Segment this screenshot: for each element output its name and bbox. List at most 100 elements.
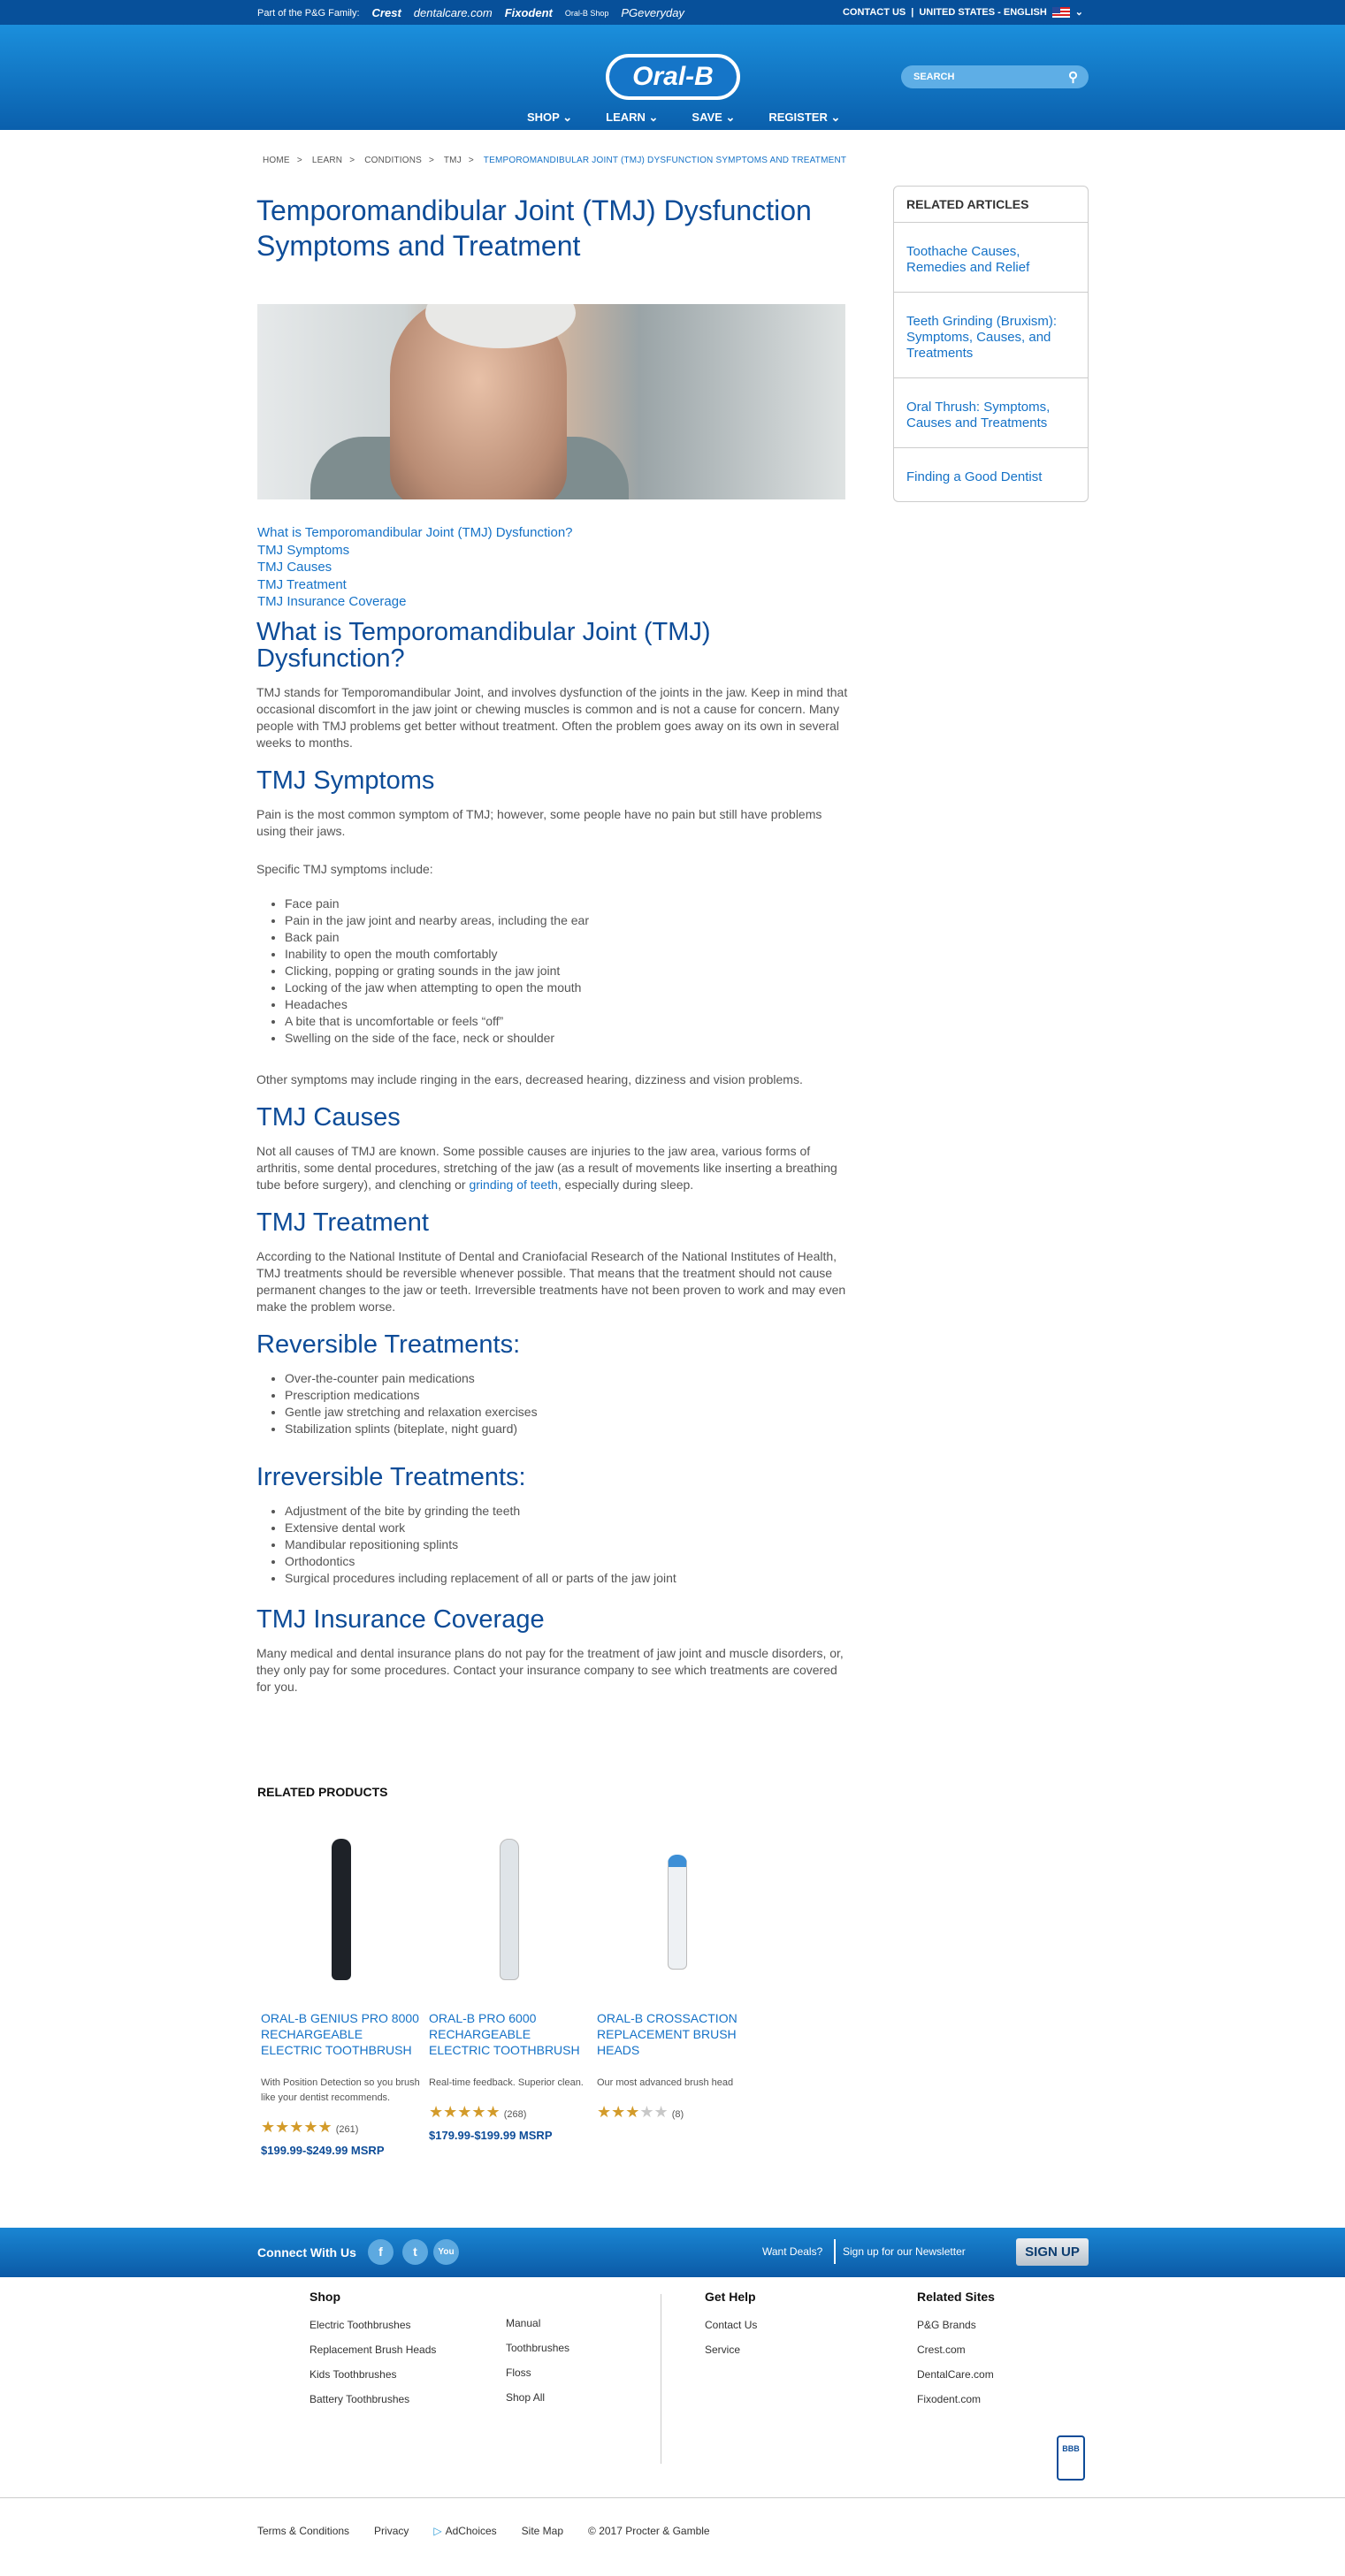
product-image[interactable] — [597, 1830, 761, 1980]
brand-link-oralb-shop[interactable]: Oral-B Shop — [565, 9, 609, 18]
oral-b-logo[interactable]: Oral-B — [606, 54, 740, 100]
footer-link[interactable]: DentalCare.com — [917, 2362, 995, 2387]
related-article-link[interactable]: Finding a Good Dentist — [894, 448, 1088, 501]
related-articles-heading: RELATED ARTICLES — [894, 187, 1088, 223]
footer-link[interactable]: Kids Toothbrushes — [310, 2362, 436, 2387]
footer-link[interactable]: P&G Brands — [917, 2313, 995, 2337]
youtube-icon[interactable]: You — [433, 2239, 459, 2265]
newsletter-label: Sign up for our Newsletter — [843, 2245, 966, 2258]
product-name-link[interactable]: ORAL-B GENIUS PRO 8000 RECHARGEABLE ELEC… — [261, 2010, 425, 2058]
contact-us-link[interactable]: CONTACT US — [843, 7, 906, 18]
rating-stars: ★★★★★ (268) — [429, 2103, 527, 2121]
list-item: Orthodontics — [285, 1553, 849, 1570]
terms-link[interactable]: Terms & Conditions — [257, 2525, 349, 2537]
product-name-link[interactable]: ORAL-B PRO 6000 RECHARGEABLE ELECTRIC TO… — [429, 2010, 593, 2058]
footer-link[interactable]: Manual — [506, 2311, 569, 2336]
footer-link[interactable]: Shop All — [506, 2385, 569, 2410]
footer-shop-column: Shop Electric Toothbrushes Replacement B… — [310, 2290, 436, 2412]
toc-link-symptoms[interactable]: TMJ Symptoms — [257, 542, 573, 560]
related-article-link[interactable]: Toothache Causes, Remedies and Relief — [894, 223, 1088, 293]
chevron-down-icon[interactable]: ⌄ — [1075, 6, 1083, 18]
list-item: Gentle jaw stretching and relaxation exe… — [285, 1404, 849, 1421]
section-heading-what-is: What is Temporomandibular Joint (TMJ) Dy… — [256, 618, 711, 673]
nav-shop[interactable]: SHOP ⌄ — [527, 111, 572, 125]
grinding-of-teeth-link[interactable]: grinding of teeth — [469, 1177, 557, 1192]
product-description: With Position Detection so you brush lik… — [261, 2077, 420, 2103]
nav-register[interactable]: REGISTER ⌄ — [768, 111, 840, 125]
privacy-link[interactable]: Privacy — [374, 2525, 409, 2537]
divider — [834, 2239, 836, 2264]
adchoices-link[interactable]: ▷ AdChoices — [433, 2525, 496, 2537]
footer-divider-line — [0, 2497, 1345, 2498]
list-item: Adjustment of the bite by grinding the t… — [285, 1503, 849, 1520]
toc-link-insurance[interactable]: TMJ Insurance Coverage — [257, 593, 573, 611]
list-item: Mandibular repositioning splints — [285, 1536, 849, 1553]
region-selector[interactable]: UNITED STATES - ENGLISH — [919, 7, 1046, 18]
footer-link[interactable]: Fixodent.com — [917, 2387, 995, 2412]
product-name-link[interactable]: ORAL-B CROSSACTION REPLACEMENT BRUSH HEA… — [597, 2010, 761, 2058]
irreversible-list: Adjustment of the bite by grinding the t… — [285, 1503, 849, 1587]
site-header: Oral-B SEARCH ⚲ SHOP ⌄ LEARN ⌄ SAVE ⌄ RE… — [0, 25, 1345, 130]
search-input[interactable]: SEARCH ⚲ — [901, 65, 1089, 88]
footer-link[interactable]: Contact Us — [705, 2313, 757, 2337]
twitter-icon[interactable]: t — [402, 2239, 428, 2265]
bbb-badge-icon[interactable]: BBB — [1057, 2435, 1085, 2481]
search-icon[interactable]: ⚲ — [1068, 69, 1078, 85]
main-nav: SHOP ⌄ LEARN ⌄ SAVE ⌄ REGISTER ⌄ — [527, 111, 874, 125]
brush-head-image — [668, 1855, 687, 1970]
rating-stars: ★★★★★ (8) — [597, 2103, 684, 2121]
brand-link-dentalcare[interactable]: dentalcare.com — [414, 6, 493, 19]
site-map-link[interactable]: Site Map — [522, 2525, 563, 2537]
brand-link-fixodent[interactable]: Fixodent — [505, 6, 553, 19]
section-heading-reversible: Reversible Treatments: — [256, 1330, 521, 1359]
family-label: Part of the P&G Family: — [257, 7, 360, 19]
breadcrumb-learn[interactable]: LEARN — [312, 156, 342, 165]
nav-learn-label: LEARN — [606, 111, 646, 124]
nav-learn[interactable]: LEARN ⌄ — [606, 111, 658, 125]
section-heading-insurance: TMJ Insurance Coverage — [256, 1605, 545, 1634]
product-image[interactable] — [429, 1830, 593, 1980]
list-item: Back pain — [285, 929, 849, 946]
footer-link[interactable]: Toothbrushes — [506, 2336, 569, 2360]
product-card[interactable]: ORAL-B GENIUS PRO 8000 RECHARGEABLE ELEC… — [261, 1830, 425, 2157]
section-heading-causes: TMJ Causes — [256, 1103, 401, 1132]
related-article-link[interactable]: Teeth Grinding (Bruxism): Symptoms, Caus… — [894, 293, 1088, 378]
paragraph: Specific TMJ symptoms include: — [256, 862, 433, 876]
review-count: (8) — [671, 2109, 684, 2120]
toc-link-treatment[interactable]: TMJ Treatment — [257, 576, 573, 594]
article-body: What is Temporomandibular Joint (TMJ) Dy… — [256, 619, 849, 1711]
footer-shop-heading: Shop — [310, 2290, 340, 2304]
breadcrumb-tmj[interactable]: TMJ — [444, 156, 462, 165]
paragraph: Pain is the most common symptom of TMJ; … — [256, 807, 822, 838]
footer-sites-column: Related Sites P&G Brands Crest.com Denta… — [917, 2290, 995, 2412]
footer-link[interactable]: Service — [705, 2337, 757, 2362]
breadcrumb-current: TEMPOROMANDIBULAR JOINT (TMJ) DYSFUNCTIO… — [483, 156, 847, 165]
reversible-list: Over-the-counter pain medications Prescr… — [285, 1370, 849, 1437]
paragraph: Many medical and dental insurance plans … — [256, 1646, 844, 1694]
related-article-link[interactable]: Oral Thrush: Symptoms, Causes and Treatm… — [894, 378, 1088, 448]
nav-save[interactable]: SAVE ⌄ — [692, 111, 735, 125]
review-count: (268) — [503, 2109, 527, 2120]
product-card[interactable]: ORAL-B PRO 6000 RECHARGEABLE ELECTRIC TO… — [429, 1830, 593, 2142]
paragraph: According to the National Institute of D… — [256, 1249, 846, 1314]
brand-link-pgeveryday[interactable]: PGeveryday — [621, 6, 684, 19]
product-image[interactable] — [261, 1830, 425, 1980]
toc-link-causes[interactable]: TMJ Causes — [257, 559, 573, 576]
footer-link[interactable]: Crest.com — [917, 2337, 995, 2362]
breadcrumb-conditions[interactable]: CONDITIONS — [364, 156, 422, 165]
toc-link-what-is[interactable]: What is Temporomandibular Joint (TMJ) Dy… — [257, 524, 573, 542]
sign-up-button[interactable]: SIGN UP — [1016, 2238, 1089, 2266]
related-products-heading: RELATED PRODUCTS — [257, 1785, 388, 1799]
product-card[interactable]: ORAL-B CROSSACTION REPLACEMENT BRUSH HEA… — [597, 1830, 761, 2122]
list-item: Face pain — [285, 896, 849, 912]
causes-text-end: , especially during sleep. — [557, 1177, 694, 1192]
facebook-icon[interactable]: f — [368, 2239, 394, 2265]
section-heading-symptoms: TMJ Symptoms — [256, 766, 435, 795]
footer-link[interactable]: Replacement Brush Heads — [310, 2337, 436, 2362]
brand-link-crest[interactable]: Crest — [372, 6, 401, 19]
breadcrumb: HOME > LEARN > CONDITIONS > TMJ > TEMPOROMAN… — [263, 156, 847, 165]
footer-link[interactable]: Battery Toothbrushes — [310, 2387, 436, 2412]
breadcrumb-home[interactable]: HOME — [263, 156, 290, 165]
footer-link[interactable]: Floss — [506, 2360, 569, 2385]
footer-link[interactable]: Electric Toothbrushes — [310, 2313, 436, 2337]
